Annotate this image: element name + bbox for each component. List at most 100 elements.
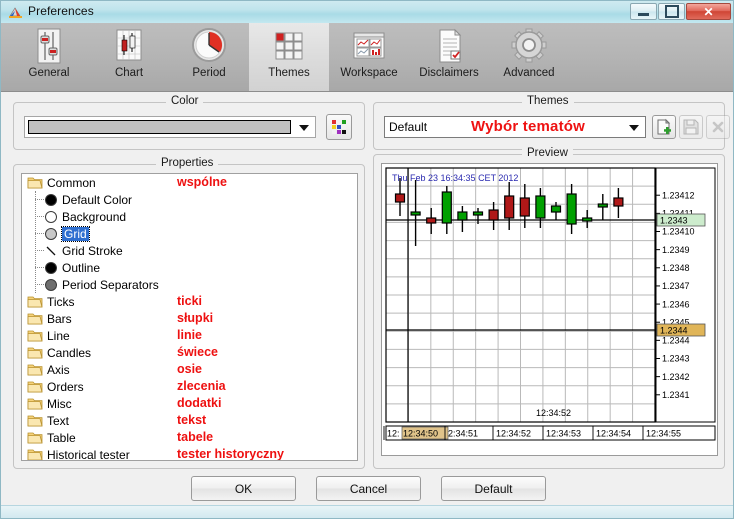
svg-text:1.2341: 1.2341	[662, 390, 690, 400]
svg-text:1.2342: 1.2342	[662, 372, 690, 382]
folder-icon	[27, 363, 43, 376]
svg-text:1.2344: 1.2344	[662, 336, 690, 346]
preferences-toolbar: General Chart Period Themes Workspace Di…	[1, 23, 733, 92]
color-dot-icon	[45, 261, 57, 274]
tab-themes[interactable]: Themes	[249, 23, 329, 91]
properties-tree[interactable]: Common Default Color Background Grid Grid St…	[21, 173, 358, 461]
tree-annotation: tabele	[177, 430, 214, 444]
stroke-icon	[45, 245, 57, 257]
svg-text:1.2348: 1.2348	[662, 263, 690, 273]
folder-icon	[27, 431, 43, 444]
title-bar: Preferences ✕	[1, 1, 733, 24]
folder-icon	[27, 397, 43, 410]
properties-group-label: Properties	[156, 157, 219, 169]
tree-connector-line	[35, 284, 44, 286]
folder-icon	[27, 295, 43, 308]
palette-button[interactable]	[326, 114, 352, 140]
svg-text:1.2343: 1.2343	[662, 354, 690, 364]
color-dot-icon	[45, 227, 57, 240]
folder-icon	[27, 414, 43, 427]
tree-item-label: Outline	[62, 260, 101, 275]
window-controls: ✕	[630, 3, 731, 21]
tree-leaf-row[interactable]: Outline	[22, 259, 357, 276]
svg-text:12:34:54: 12:34:54	[596, 429, 631, 439]
tab-chart[interactable]: Chart	[89, 23, 169, 91]
tree-connector-line	[35, 199, 44, 201]
folder-icon	[27, 346, 43, 359]
color-dot-icon	[45, 193, 57, 206]
tree-annotation: zlecenia	[177, 379, 226, 393]
svg-text:12:34:55: 12:34:55	[646, 429, 681, 439]
tree-leaf-row[interactable]: Background	[22, 208, 357, 225]
svg-text:1.2349: 1.2349	[662, 245, 690, 255]
color-group-label: Color	[166, 95, 204, 107]
tree-leaf-row[interactable]: Grid	[22, 225, 357, 242]
themes-group: Themes Default Wybór tematów	[373, 95, 730, 150]
folder-icon	[27, 329, 43, 342]
folder-icon	[27, 312, 43, 325]
theme-annotation: Wybór tematów	[471, 118, 586, 135]
tab-workspace-label: Workspace	[340, 67, 398, 79]
tree-item-label: Line	[47, 328, 70, 343]
minimize-button[interactable]	[630, 3, 657, 20]
folder-icon	[27, 176, 43, 189]
delete-theme-button[interactable]	[706, 115, 730, 139]
tree-annotation: świece	[177, 345, 219, 359]
document-icon	[429, 27, 469, 65]
sliders-icon	[29, 27, 69, 65]
tab-themes-label: Themes	[268, 67, 310, 79]
tree-annotation: dodatki	[177, 396, 222, 410]
tab-workspace[interactable]: Workspace	[329, 23, 409, 91]
color-combobox[interactable]	[24, 116, 316, 138]
tab-chart-label: Chart	[114, 67, 144, 79]
svg-text:12:: 12:	[387, 429, 400, 439]
svg-text:1.2347: 1.2347	[662, 281, 690, 291]
tree-connector-line	[35, 216, 44, 218]
tab-general-label: General	[28, 67, 70, 79]
tree-item-label: Table	[47, 430, 76, 445]
themes-group-label: Themes	[522, 95, 574, 107]
minimize-icon	[638, 13, 649, 16]
window-title: Preferences	[28, 4, 94, 18]
new-theme-button[interactable]	[652, 115, 676, 139]
color-group: Color	[13, 95, 365, 150]
theme-combobox[interactable]: Default Wybór tematów	[384, 116, 646, 138]
tab-general[interactable]: General	[9, 23, 89, 91]
maximize-button[interactable]	[658, 3, 685, 20]
folder-icon	[27, 380, 43, 393]
tree-item-label: Grid	[61, 225, 90, 242]
tree-connector-line	[35, 233, 44, 235]
windows-icon	[349, 27, 389, 65]
svg-text:1.23410: 1.23410	[662, 227, 695, 237]
close-button[interactable]: ✕	[686, 3, 731, 20]
tree-item-label: Historical tester	[47, 447, 130, 461]
chart-preview[interactable]: Thu Feb 23 16:34:35 CET 2012 12:34:52 1.23…	[381, 163, 718, 456]
svg-text:Thu Feb 23 16:34:35 CET 2012: Thu Feb 23 16:34:35 CET 2012	[392, 173, 518, 183]
tree-leaf-row[interactable]: Default Color	[22, 191, 357, 208]
ok-button[interactable]: OK	[191, 476, 296, 501]
grid-tiles-icon	[269, 27, 309, 65]
svg-text:1.2344: 1.2344	[660, 326, 688, 336]
tab-advanced[interactable]: Advanced	[489, 23, 569, 91]
tree-annotation: wspólne	[177, 175, 228, 189]
tree-item-label: Axis	[47, 362, 70, 377]
save-theme-button[interactable]	[679, 115, 703, 139]
tree-leaf-row[interactable]: Period Separators	[22, 276, 357, 293]
preview-group: Preview Thu Feb 23 16:34:35 CET 2012 12:3…	[373, 147, 725, 469]
app-icon	[8, 5, 23, 20]
svg-text:12:34:50: 12:34:50	[403, 429, 438, 439]
tree-connector-line	[35, 250, 44, 252]
preferences-window: Preferences ✕ General Chart Period Theme…	[0, 0, 734, 519]
svg-text:2:34:51: 2:34:51	[448, 429, 478, 439]
cancel-button[interactable]: Cancel	[316, 476, 421, 501]
tab-disclaimers[interactable]: Disclaimers	[409, 23, 489, 91]
tab-period[interactable]: Period	[169, 23, 249, 91]
tree-item-label: Period Separators	[62, 277, 159, 292]
close-icon: ✕	[703, 4, 714, 19]
default-button[interactable]: Default	[441, 476, 546, 501]
tree-item-label: Orders	[47, 379, 84, 394]
svg-text:1.2346: 1.2346	[662, 299, 690, 309]
gear-icon	[509, 27, 549, 65]
tree-item-label: Default Color	[62, 192, 133, 207]
tree-leaf-row[interactable]: Grid Stroke	[22, 242, 357, 259]
